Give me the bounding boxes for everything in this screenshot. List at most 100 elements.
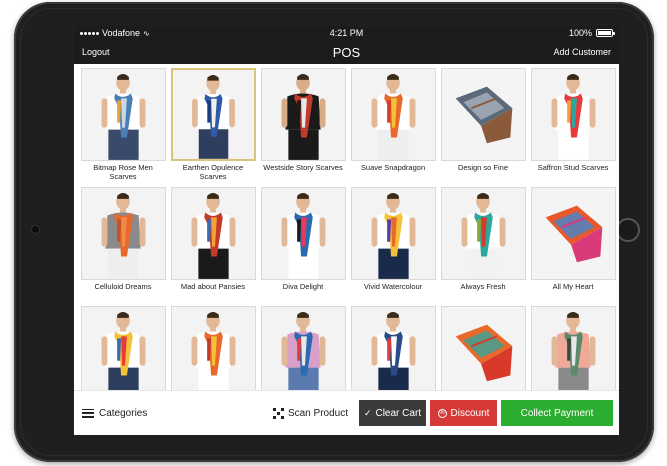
product-tile[interactable]: All My Heart (530, 187, 616, 304)
battery-fill (598, 31, 611, 35)
model-photo-icon (531, 69, 615, 160)
qr-code-icon (272, 407, 284, 419)
clear-cart-label: Clear Cart (375, 407, 422, 419)
product-label: Diva Delight (282, 282, 324, 291)
categories-button[interactable]: Categories (82, 408, 147, 419)
product-label: Vivid Watercolour (363, 282, 423, 291)
model-photo-icon (81, 307, 165, 390)
home-button[interactable] (616, 218, 640, 242)
product-label: Always Fresh (460, 282, 506, 291)
product-image (80, 187, 166, 280)
discount-icon: % (437, 408, 447, 418)
scarf-swatch-icon (531, 188, 615, 279)
add-customer-button[interactable]: Add Customer (553, 47, 611, 57)
model-photo-icon (81, 69, 165, 160)
product-tile[interactable] (80, 306, 166, 390)
model-photo-icon (261, 69, 345, 160)
tablet-frame: Vodafone ∿ 4:21 PM 100% Logout POS Add C… (14, 2, 654, 462)
product-image (530, 187, 616, 280)
product-image (260, 68, 346, 161)
model-photo-icon (172, 70, 254, 159)
product-image (260, 187, 346, 280)
product-tile[interactable] (530, 306, 616, 390)
product-image (440, 187, 526, 280)
product-tile[interactable]: Mad about Pansies (170, 187, 256, 304)
collect-payment-button[interactable]: Collect Payment (501, 400, 613, 426)
screen: Vodafone ∿ 4:21 PM 100% Logout POS Add C… (74, 26, 619, 435)
menu-icon (82, 408, 94, 418)
signal-icon (80, 31, 99, 35)
scan-product-button[interactable]: Scan Product (272, 407, 348, 419)
product-grid: Bitmap Rose Men Scarves Earthen Opulence… (74, 64, 619, 390)
model-photo-icon (351, 307, 435, 390)
scan-product-label: Scan Product (287, 407, 348, 419)
product-image (530, 306, 616, 390)
status-time: 4:21 PM (329, 28, 364, 38)
model-photo-icon (351, 69, 435, 160)
carrier-label: Vodafone (102, 28, 141, 38)
scarf-swatch-icon (441, 69, 525, 160)
bottom-toolbar: Categories Scan Product ✓ Clear Cart % D… (74, 390, 619, 435)
product-image (530, 68, 616, 161)
product-label: Suave Snapdragon (360, 163, 426, 172)
product-image (350, 68, 436, 161)
product-tile[interactable]: Design so Fine (440, 68, 526, 185)
product-tile[interactable]: Earthen Opulence Scarves (170, 68, 256, 185)
product-tile[interactable] (260, 306, 346, 390)
model-photo-icon (171, 188, 255, 279)
page-title: POS (332, 44, 361, 60)
status-left: Vodafone ∿ (80, 28, 150, 38)
product-image (170, 187, 256, 280)
clear-cart-button[interactable]: ✓ Clear Cart (359, 400, 426, 426)
product-label: Westside Story Scarves (263, 163, 343, 172)
product-tile[interactable]: Bitmap Rose Men Scarves (80, 68, 166, 185)
product-image (440, 68, 526, 161)
product-tile[interactable] (440, 306, 526, 390)
discount-button[interactable]: % Discount (430, 400, 497, 426)
front-camera (31, 225, 40, 234)
product-tile[interactable]: Diva Delight (260, 187, 346, 304)
scarf-swatch-icon (441, 307, 525, 390)
product-tile[interactable]: Vivid Watercolour (350, 187, 436, 304)
product-label: Mad about Pansies (180, 282, 246, 291)
product-image (80, 306, 166, 390)
product-tile[interactable] (170, 306, 256, 390)
product-image (170, 306, 256, 390)
product-label: Design so Fine (457, 163, 509, 172)
product-label: All My Heart (552, 282, 594, 291)
product-image (170, 68, 256, 161)
status-bar: Vodafone ∿ 4:21 PM 100% (74, 26, 619, 40)
status-right: 100% (568, 28, 615, 38)
product-tile[interactable]: Westside Story Scarves (260, 68, 346, 185)
nav-bar: Logout POS Add Customer (74, 40, 619, 64)
model-photo-icon (441, 188, 525, 279)
model-photo-icon (351, 188, 435, 279)
collect-payment-label: Collect Payment (520, 407, 594, 419)
model-photo-icon (261, 188, 345, 279)
product-label: Bitmap Rose Men Scarves (93, 163, 153, 181)
wifi-icon: ∿ (143, 28, 150, 38)
logout-button[interactable]: Logout (82, 47, 110, 57)
model-photo-icon (171, 307, 255, 390)
model-photo-icon (531, 307, 615, 390)
product-tile[interactable]: Celluloid Dreams (80, 187, 166, 304)
product-tile[interactable]: Saffron Stud Scarves (530, 68, 616, 185)
product-image (350, 187, 436, 280)
product-label: Earthen Opulence Scarves (182, 163, 244, 181)
battery-percent: 100% (568, 28, 592, 38)
product-tile[interactable] (350, 306, 436, 390)
model-photo-icon (81, 188, 165, 279)
product-image (440, 306, 526, 390)
product-tile[interactable]: Suave Snapdragon (350, 68, 436, 185)
product-image (80, 68, 166, 161)
product-label: Saffron Stud Scarves (537, 163, 609, 172)
product-image (260, 306, 346, 390)
product-label: Celluloid Dreams (94, 282, 152, 291)
categories-label: Categories (99, 407, 148, 419)
discount-label: Discount (450, 407, 490, 419)
product-image (350, 306, 436, 390)
broom-icon: ✓ (363, 407, 372, 418)
battery-icon (596, 29, 615, 37)
product-tile[interactable]: Always Fresh (440, 187, 526, 304)
model-photo-icon (261, 307, 345, 390)
